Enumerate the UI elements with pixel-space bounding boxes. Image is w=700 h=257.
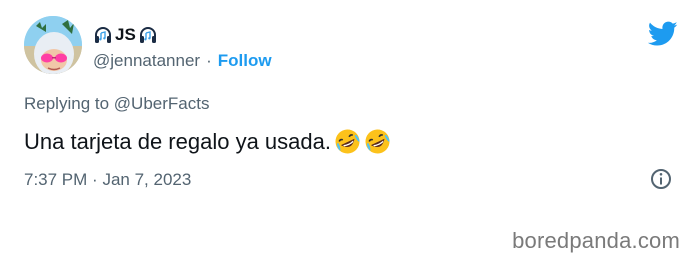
tweet-body: Una tarjeta de regalo ya usada. <box>24 128 331 154</box>
follow-button[interactable]: Follow <box>218 51 272 71</box>
display-name: JS <box>115 25 136 44</box>
replying-prefix: Replying to <box>24 94 110 113</box>
separator-dot: · <box>206 51 212 70</box>
rofl-emoji-icon <box>364 128 391 155</box>
tweet-time: 7:37 PM <box>24 170 88 189</box>
user-handle[interactable]: @jennatanner <box>93 51 200 71</box>
rofl-emoji-icon <box>334 128 361 155</box>
tweet-card: JS @jennatanner · Follow Replying to @Ub… <box>0 0 700 230</box>
tweet-date: Jan 7, 2023 <box>102 170 192 189</box>
headphones-icon <box>93 25 113 45</box>
tweet-timestamp[interactable]: 7:37 PM · Jan 7, 2023 <box>24 170 191 190</box>
handle-row: @jennatanner · Follow <box>93 49 272 73</box>
headphones-icon <box>138 25 158 45</box>
twitter-bird-icon[interactable] <box>648 21 678 47</box>
avatar-photo <box>24 16 82 74</box>
info-icon[interactable] <box>650 168 672 190</box>
display-name-row[interactable]: JS <box>93 23 158 47</box>
tweet-text: Una tarjeta de regalo ya usada. <box>24 128 391 155</box>
avatar[interactable] <box>24 16 82 74</box>
separator-dot: · <box>92 170 98 189</box>
reply-mention-link[interactable]: @UberFacts <box>114 94 210 113</box>
watermark: boredpanda.com <box>512 228 680 253</box>
replying-to: Replying to @UberFacts <box>24 94 209 114</box>
